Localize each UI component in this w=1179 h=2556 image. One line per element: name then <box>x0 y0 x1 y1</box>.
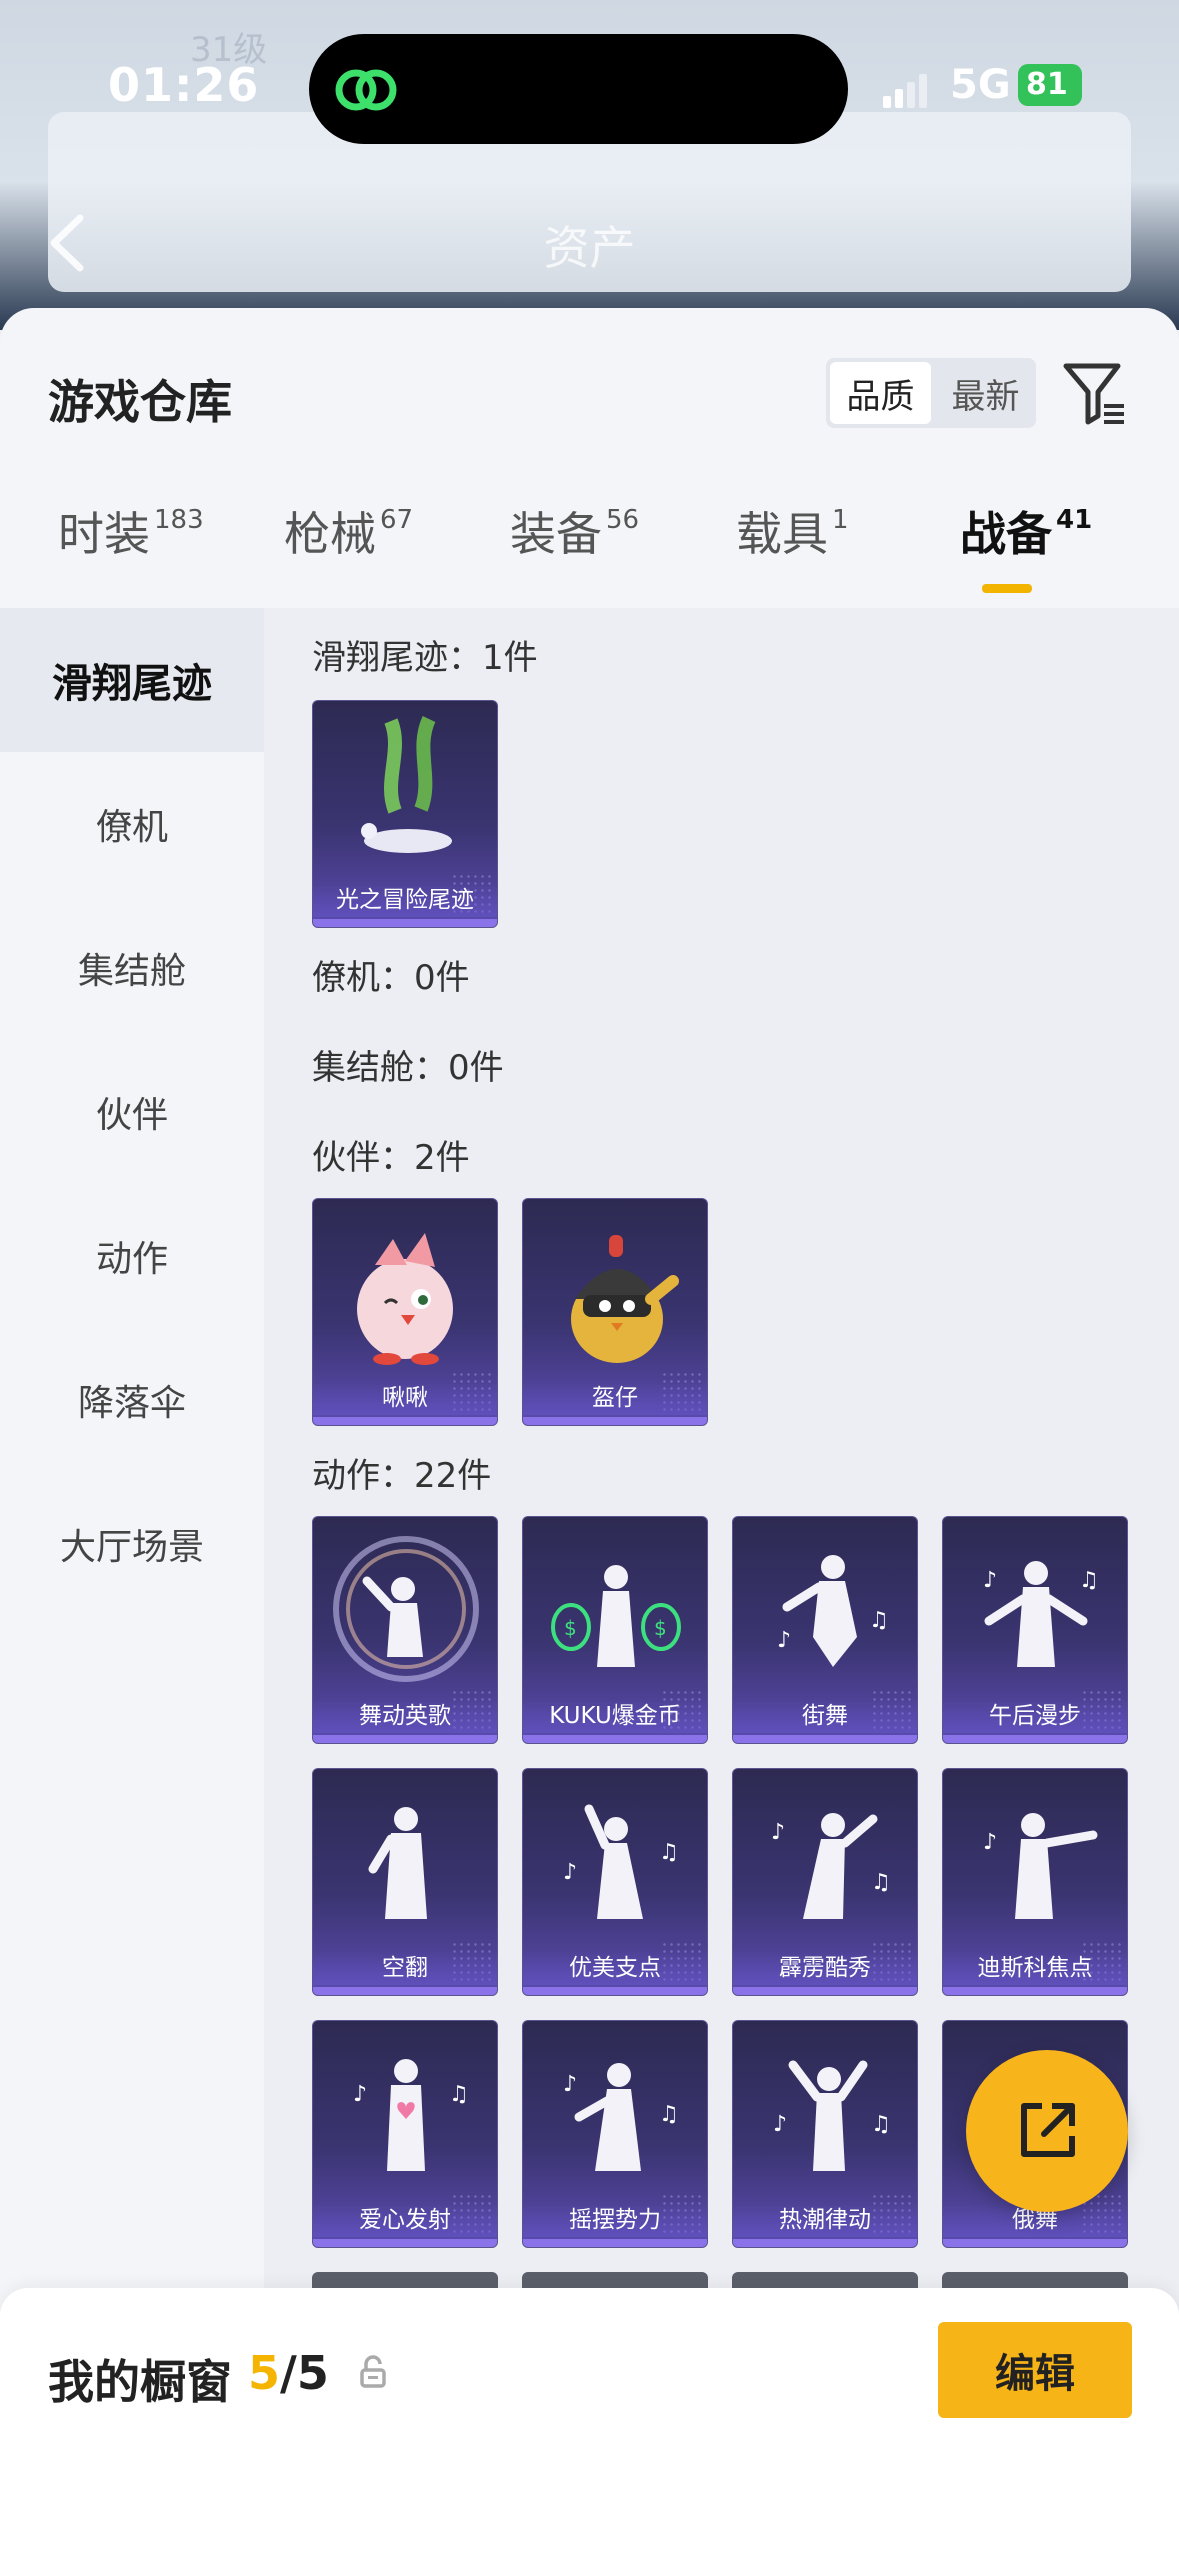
showcase-count: 5/5 <box>248 2346 329 2400</box>
item-name: 啾啾 <box>313 1381 497 1415</box>
svg-text:♫: ♫ <box>871 2112 891 2137</box>
svg-text:♫: ♫ <box>659 1840 679 1865</box>
share-icon <box>1021 2103 1075 2157</box>
svg-text:♫: ♫ <box>1079 1568 1099 1593</box>
network-type: 5G <box>950 62 1011 108</box>
item-card[interactable]: ♪ 迪斯科焦点 <box>942 1768 1128 1996</box>
signal-icon <box>883 74 927 108</box>
showcase-bar: 我的橱窗 5/5 编辑 <box>0 2288 1179 2556</box>
tab-vehicles[interactable]: 载具 1 <box>736 498 849 564</box>
item-name: 迪斯科焦点 <box>943 1951 1127 1985</box>
emote-art: ♪ <box>983 1813 1098 1919</box>
item-card[interactable]: 空翻 <box>312 1768 498 1996</box>
sidebar-item-partner[interactable]: 伙伴 <box>0 1040 264 1184</box>
item-card[interactable]: ♪ ♫ 爱心发射 <box>312 2020 498 2248</box>
tab-weapons[interactable]: 枪械 67 <box>284 498 413 564</box>
lock-icon <box>360 2355 386 2388</box>
svg-text:$: $ <box>564 1616 577 1640</box>
item-card[interactable]: ♪ ♫ 热潮律动 <box>732 2020 918 2248</box>
emote-art <box>368 1807 427 1919</box>
emote-art: ♪ ♫ <box>353 2059 469 2171</box>
emote-art: ♪ ♫ <box>983 1561 1099 1667</box>
item-name: 午后漫步 <box>943 1699 1127 1733</box>
emote-art: ♪ ♫ <box>563 1804 679 1919</box>
item-name: 摇摆势力 <box>523 2203 707 2237</box>
edit-button[interactable]: 编辑 <box>938 2322 1132 2418</box>
item-name: 空翻 <box>313 1951 497 1985</box>
item-card[interactable]: ♪ ♫ 午后漫步 <box>942 1516 1128 1744</box>
warehouse-sheet: 游戏仓库 品质 最新 时装 183 枪械 67 装备 56 载具 1 战备 41 滑翔尾迹… <box>0 308 1179 2556</box>
active-tab-indicator <box>982 584 1032 593</box>
item-card[interactable]: ♪ ♫ 街舞 <box>732 1516 918 1744</box>
showcase-title: 我的橱窗 <box>48 2355 232 2409</box>
glide-trail-art <box>361 716 452 853</box>
section-title-emote: 动作：22件 <box>312 1456 492 1496</box>
item-card[interactable]: 舞动英歌 <box>312 1516 498 1744</box>
item-card[interactable]: 啾啾 <box>312 1198 498 1426</box>
page-title: 资产 <box>543 221 636 275</box>
item-name: 霹雳酷秀 <box>733 1951 917 1985</box>
svg-text:♫: ♫ <box>449 2082 469 2107</box>
svg-text:♪: ♪ <box>563 2072 577 2097</box>
section-title-wingman: 僚机：0件 <box>312 958 470 998</box>
svg-text:♫: ♫ <box>869 1608 889 1633</box>
warehouse-title: 游戏仓库 <box>48 375 232 429</box>
item-name: 舞动英歌 <box>313 1699 497 1733</box>
chick-partner-art <box>357 1233 453 1365</box>
sort-newest-button[interactable]: 最新 <box>935 358 1036 428</box>
sort-quality-button[interactable]: 品质 <box>830 362 931 424</box>
sidebar: 滑翔尾迹 僚机 集结舱 伙伴 动作 降落伞 大厅场景 <box>0 608 264 2556</box>
emote-art <box>333 1536 479 1682</box>
app-island-icon <box>335 69 397 111</box>
item-name: KUKU爆金币 <box>523 1699 707 1733</box>
emote-art: ♪ ♫ <box>563 2063 679 2171</box>
svg-text:♪: ♪ <box>773 2112 787 2137</box>
tab-combat-gear[interactable]: 战备 41 <box>960 498 1092 564</box>
item-name: 街舞 <box>733 1699 917 1733</box>
emote-art: $ $ <box>551 1565 681 1667</box>
item-card[interactable]: ♪ ♫ 霹雳酷秀 <box>732 1768 918 1996</box>
svg-text:$: $ <box>654 1616 667 1640</box>
svg-text:♫: ♫ <box>659 2102 679 2127</box>
svg-text:♪: ♪ <box>353 2082 367 2107</box>
svg-text:♪: ♪ <box>983 1568 997 1593</box>
sidebar-item-parachute[interactable]: 降落伞 <box>0 1328 264 1472</box>
sidebar-item-lobby-scene[interactable]: 大厅场景 <box>0 1472 264 1616</box>
item-name: 热潮律动 <box>733 2203 917 2237</box>
item-card[interactable]: $ $ KUKU爆金币 <box>522 1516 708 1744</box>
svg-text:♪: ♪ <box>771 1820 785 1845</box>
sidebar-item-wingman[interactable]: 僚机 <box>0 752 264 896</box>
item-name: 爱心发射 <box>313 2203 497 2237</box>
filter-icon[interactable] <box>1060 356 1128 428</box>
battery-indicator: 81 <box>1018 64 1082 106</box>
emote-art: ♪ ♫ <box>771 1813 891 1919</box>
item-name: 盔仔 <box>523 1381 707 1415</box>
sidebar-item-glide-trail[interactable]: 滑翔尾迹 <box>0 608 264 752</box>
svg-text:♪: ♪ <box>563 1860 577 1885</box>
svg-text:♫: ♫ <box>871 1870 891 1895</box>
status-time: 01:26 <box>108 58 260 112</box>
sidebar-item-emote[interactable]: 动作 <box>0 1184 264 1328</box>
item-card[interactable]: 光之冒险尾迹 <box>312 700 498 928</box>
section-title-pod: 集结舱：0件 <box>312 1048 504 1088</box>
svg-text:♪: ♪ <box>777 1628 791 1653</box>
helmet-chick-art <box>571 1235 679 1363</box>
item-card[interactable]: 盔仔 <box>522 1198 708 1426</box>
item-name: 光之冒险尾迹 <box>313 883 497 917</box>
item-card[interactable]: ♪ ♫ 优美支点 <box>522 1768 708 1996</box>
emote-art: ♪ ♫ <box>773 2060 891 2171</box>
emote-art: ♪ ♫ <box>777 1555 889 1667</box>
share-button[interactable] <box>966 2050 1128 2212</box>
item-card[interactable]: ♪ ♫ 摇摆势力 <box>522 2020 708 2248</box>
tab-equipment[interactable]: 装备 56 <box>510 498 639 564</box>
item-list: 滑翔尾迹：1件 光之冒险尾迹 僚机：0件 集结舱：0件 伙伴：2件 啾啾 盔仔 … <box>264 608 1179 2556</box>
tab-fashion[interactable]: 时装 183 <box>58 498 204 564</box>
section-title-glide: 滑翔尾迹：1件 <box>312 638 538 678</box>
item-name: 优美支点 <box>523 1951 707 1985</box>
sort-toggle: 品质 最新 <box>826 358 1036 428</box>
sidebar-item-pod[interactable]: 集结舱 <box>0 896 264 1040</box>
section-title-partner: 伙伴：2件 <box>312 1138 470 1178</box>
svg-text:♪: ♪ <box>983 1830 997 1855</box>
